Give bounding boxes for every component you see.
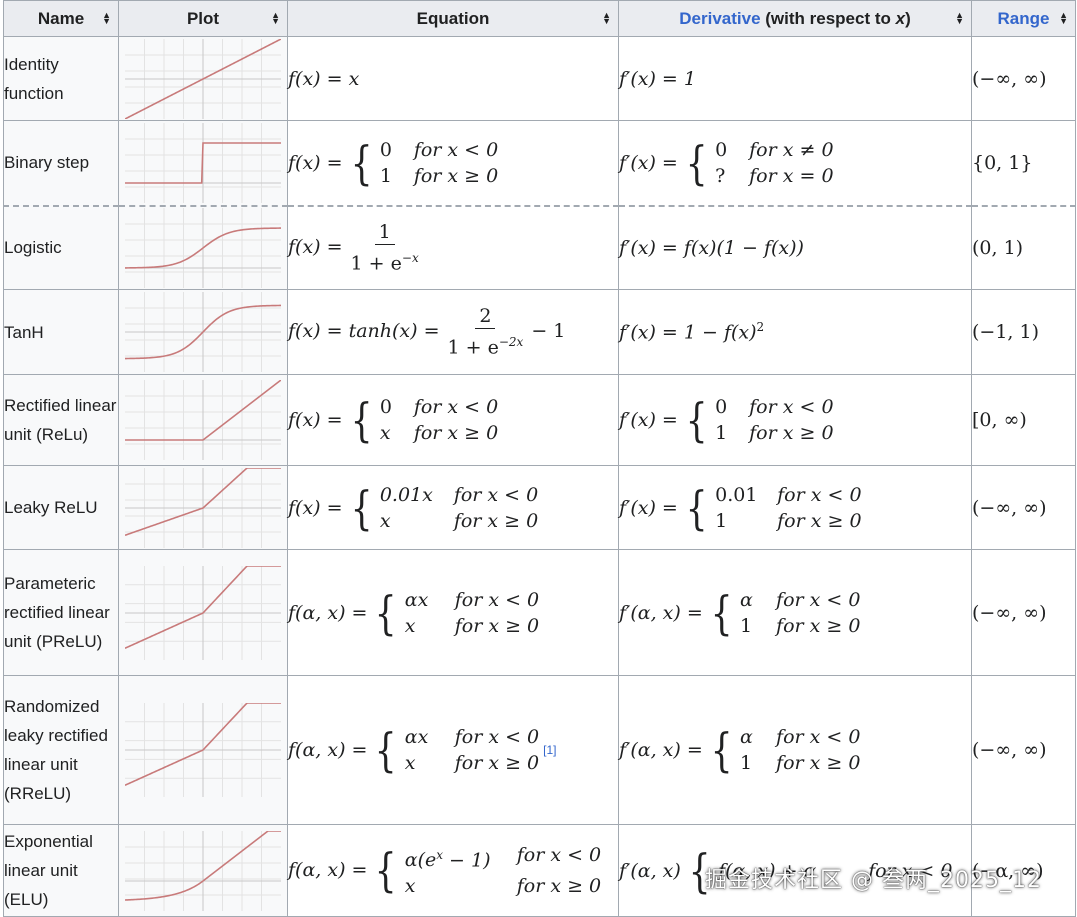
range-link[interactable]: Range xyxy=(998,9,1050,28)
leaky-relu-plot xyxy=(125,467,281,548)
table-row: Parameteric rectified linear unit (PReLU… xyxy=(3,549,1076,676)
equation: f(α, x) ={ αx for x < 0 x for x ≥ 0 xyxy=(287,549,619,676)
range-value: (0, 1) xyxy=(971,205,1076,290)
function-name: Leaky ReLU xyxy=(3,465,119,550)
brace: { xyxy=(350,393,373,447)
logistic-plot xyxy=(125,207,281,288)
brace: { xyxy=(350,480,373,535)
derivative: f′(x) ={ 0 for x < 0 1 for x ≥ 0 xyxy=(618,374,972,466)
sort-icon[interactable]: ▲ ▼ xyxy=(602,11,611,26)
sort-icon[interactable]: ▲ ▼ xyxy=(271,11,280,26)
col-header-derivative[interactable]: Derivative (with respect to x) ▲ ▼ xyxy=(618,0,972,37)
sort-icon[interactable]: ▲ ▼ xyxy=(1059,11,1068,26)
equation: f(x) = x xyxy=(287,36,619,121)
watermark-text: 掘金技术社区 @ 叁两_2025_12 xyxy=(705,868,1042,893)
equation: f(x) ={ 0 for x < 0 1 for x ≥ 0 xyxy=(287,120,619,207)
brace: { xyxy=(710,723,733,777)
table-row: Identity function f(x) = x f′(x) = 1 (−∞… xyxy=(3,36,1076,121)
function-name: Identity function xyxy=(3,36,119,121)
derivative: f′(x) ={ 0 for x ≠ 0? for x = 0 xyxy=(618,120,972,207)
table-row: Logistic f(x) = 1 1 + e−x f′(x) = f(x)(1 −… xyxy=(3,205,1076,290)
sort-icon[interactable]: ▲ ▼ xyxy=(955,11,964,26)
identity-plot xyxy=(125,38,281,119)
equation: f(α, x) ={ α(ex − 1) for x < 0 x for x ≥ 0 xyxy=(287,824,619,917)
brace: { xyxy=(710,585,733,640)
header-row: Name ▲ ▼ Plot ▲ ▼ Equation ▲ ▼ Derivative (wit… xyxy=(3,0,1076,37)
derivative: f′(x) ={ 0.01 for x < 0 1 for x ≥ 0 xyxy=(618,465,972,550)
table-row: Randomized leaky rectified linear unit (… xyxy=(3,675,1076,825)
range-value: (−∞, ∞) xyxy=(971,465,1076,550)
citation-link[interactable]: [1] xyxy=(543,743,556,757)
range-value: (−∞, ∞) xyxy=(971,675,1076,825)
table-row: Leaky ReLU f(x) ={ 0.01x for x < 0 x for x … xyxy=(3,465,1076,550)
plot-cell xyxy=(118,824,288,917)
brace: { xyxy=(375,723,398,777)
table-row: Binary step f(x) ={ 0 for x < 0 1 for x ≥ 0… xyxy=(3,120,1076,207)
relu-plot xyxy=(125,380,281,460)
derivative: f′(α, x) ={ α for x < 0 1 for x ≥ 0 xyxy=(618,549,972,676)
plot-cell xyxy=(118,120,288,207)
binary-step-plot xyxy=(125,122,281,203)
range-value: {0, 1} xyxy=(971,120,1076,207)
brace: { xyxy=(350,135,373,190)
plot-cell xyxy=(118,374,288,466)
activation-functions-table: Name ▲ ▼ Plot ▲ ▼ Equation ▲ ▼ Derivative (wit… xyxy=(3,0,1076,917)
equation: f(x) = 1 1 + e−x xyxy=(287,205,619,290)
tanh-plot xyxy=(125,292,281,372)
range-value: (−∞, ∞) xyxy=(971,36,1076,121)
elu-plot xyxy=(125,830,281,911)
plot-cell xyxy=(118,289,288,375)
plot-cell xyxy=(118,675,288,825)
function-name: TanH xyxy=(3,289,119,375)
derivative: f′(x) = 1 xyxy=(618,36,972,121)
brace: { xyxy=(375,585,398,640)
brace: { xyxy=(685,480,708,535)
sort-icon[interactable]: ▲ ▼ xyxy=(102,11,111,26)
equation: f(x) ={ 0.01x for x < 0 x for x ≥ 0 xyxy=(287,465,619,550)
col-header-name[interactable]: Name ▲ ▼ xyxy=(3,0,119,37)
function-name: Binary step xyxy=(3,120,119,207)
function-name: Parameteric rectified linear unit (PReLU… xyxy=(3,549,119,676)
range-value: (−∞, ∞) xyxy=(971,549,1076,676)
brace: { xyxy=(685,393,708,447)
table-row: TanH f(x) = tanh(x) = 2 1 + e−2x − 1 f′(x) … xyxy=(3,289,1076,375)
col-header-plot[interactable]: Plot ▲ ▼ xyxy=(118,0,288,37)
derivative: f′(x) = 1 − f(x)2 xyxy=(618,289,972,375)
range-value: (−1, 1) xyxy=(971,289,1076,375)
derivative-link[interactable]: Derivative xyxy=(679,9,760,28)
plot-cell xyxy=(118,205,288,290)
plot-cell xyxy=(118,465,288,550)
function-name: Rectified linear unit (ReLu) xyxy=(3,374,119,466)
function-name: Logistic xyxy=(3,205,119,290)
rrelu-plot xyxy=(125,703,281,797)
derivative: f′(x) = f(x)(1 − f(x)) xyxy=(618,205,972,290)
plot-cell xyxy=(118,549,288,676)
col-header-equation[interactable]: Equation ▲ ▼ xyxy=(287,0,619,37)
col-header-range[interactable]: Range ▲ ▼ xyxy=(971,0,1076,37)
derivative: f′(α, x) ={ α for x < 0 1 for x ≥ 0 xyxy=(618,675,972,825)
equation: f(α, x) ={ αx for x < 0 x for x ≥ 0 [1] xyxy=(287,675,619,825)
range-value: [0, ∞) xyxy=(971,374,1076,466)
prelu-plot xyxy=(125,565,281,660)
equation: f(x) = tanh(x) = 2 1 + e−2x − 1 xyxy=(287,289,619,375)
equation: f(x) ={ 0 for x < 0 x for x ≥ 0 xyxy=(287,374,619,466)
brace: { xyxy=(375,843,398,898)
function-name: Randomized leaky rectified linear unit (… xyxy=(3,675,119,825)
function-name: Exponential linear unit (ELU) xyxy=(3,824,119,917)
plot-cell xyxy=(118,36,288,121)
table-row: Rectified linear unit (ReLu) f(x) ={ 0 fo… xyxy=(3,374,1076,466)
brace: { xyxy=(685,135,708,190)
